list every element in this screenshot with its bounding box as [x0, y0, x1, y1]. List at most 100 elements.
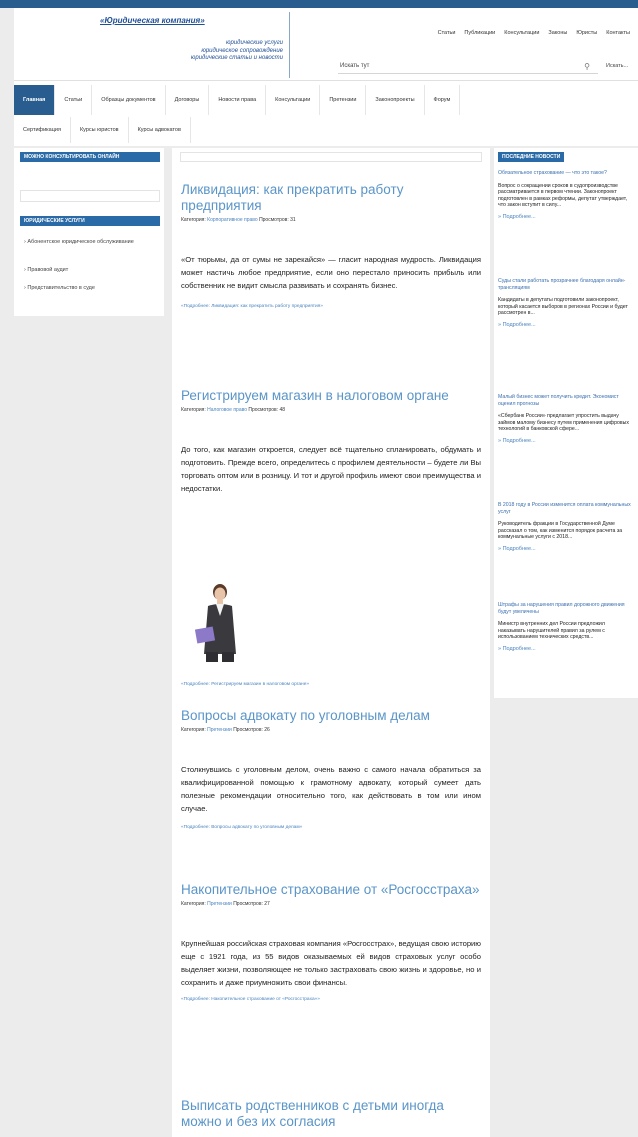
article-title[interactable]: Регистрируем магазин в налоговом органе [181, 388, 481, 404]
news-item: В 2018 году в России изменится оплата ко… [498, 502, 632, 552]
nav-item[interactable]: Законопроекты [366, 85, 425, 115]
top-link[interactable]: Публикации [464, 30, 495, 36]
content-top-strip [180, 152, 482, 162]
article-views: Просмотров: 48 [248, 407, 286, 413]
article: Вопросы адвокату по уголовным делам Кате… [181, 708, 481, 830]
sidebar-widget-title: МОЖНО КОНСУЛЬТИРОВАТЬ ОНЛАЙН [20, 152, 160, 162]
nav-item[interactable]: Претензии [320, 85, 367, 115]
top-link[interactable]: Юристы [576, 30, 597, 36]
article: Выписать родственников с детьми иногда м… [181, 1098, 481, 1130]
article: Ликвидация: как прекратить работу предпр… [181, 182, 481, 309]
article-meta: Категория: Налоговое право Просмотров: 4… [181, 407, 481, 413]
nav-item[interactable]: Статьи [55, 85, 93, 115]
news-read-more-label[interactable]: Подробнее... [503, 646, 536, 652]
sidebar-item[interactable]: › Представительство в суде [24, 284, 154, 293]
article: Регистрируем магазин в налоговом органе … [181, 388, 481, 495]
article-meta: Категория: Корпоративное право Просмотро… [181, 217, 481, 223]
search-button[interactable]: Искать... [606, 63, 628, 69]
news-read-more-link[interactable]: » Подробнее... [498, 646, 632, 652]
nav-item-home[interactable]: Главная [14, 85, 56, 115]
news-read-more-link[interactable]: » Подробнее... [498, 546, 632, 552]
article-meta: Категория: Претензии Просмотров: 26 [181, 727, 481, 733]
news-text: Кандидаты в депутаты подготовили законоп… [498, 297, 628, 317]
article-title[interactable]: Накопительное страхование от «Росгосстра… [181, 882, 481, 898]
top-accent-bar [0, 0, 638, 8]
top-link[interactable]: Законы [548, 30, 567, 36]
tagline-line: юридическое сопровождение [201, 47, 283, 54]
article-views: Просмотров: 26 [233, 727, 270, 733]
news-read-more-label[interactable]: Подробнее... [503, 438, 536, 444]
news-read-more-label[interactable]: Подробнее... [503, 546, 536, 552]
meta-label: Категория: [181, 727, 206, 733]
nav-item[interactable]: Консультации [266, 85, 321, 115]
left-sidebar: МОЖНО КОНСУЛЬТИРОВАТЬ ОНЛАЙН ЮРИДИЧЕСКИЕ… [14, 148, 164, 316]
site-header: «Юридическая компания» юридические услуг… [14, 8, 638, 80]
nav-item[interactable]: Новости права [209, 85, 267, 115]
article-text: Столкнувшись с уголовным делом, очень ва… [181, 765, 481, 813]
article-title[interactable]: Вопросы адвокату по уголовным делам [181, 708, 481, 724]
tagline-line: юридические услуги [226, 40, 283, 46]
search-input[interactable]: Искать тут ⚲ [338, 60, 598, 74]
sidebar-item-label[interactable]: Представительство в суде [27, 285, 95, 291]
news-read-more-label[interactable]: Подробнее... [503, 322, 536, 328]
nav-item[interactable]: Курсы адвокатов [129, 117, 191, 143]
right-sidebar: ПОСЛЕДНИЕ НОВОСТИ Обязательное страхован… [494, 148, 638, 698]
nav-item[interactable]: Курсы юристов [71, 117, 129, 143]
search-placeholder: Искать тут [340, 63, 370, 69]
article-read-more-link[interactable]: «Подробнее: Вопросы адвокату по уголовны… [181, 825, 481, 830]
nav-item[interactable]: Форум [425, 85, 461, 115]
article-text: Крупнейшая российская страховая компания… [181, 939, 481, 987]
top-link[interactable]: Статьи [438, 30, 456, 36]
news-item: Штрафы за нарушения правил дорожного дви… [498, 602, 632, 652]
logo-title[interactable]: «Юридическая компания» [100, 16, 205, 25]
news-text: Министр внутренних дел России предложил … [498, 621, 605, 641]
article-category-link[interactable]: Корпоративное право [207, 217, 258, 223]
top-link[interactable]: Контакты [606, 30, 630, 36]
article-read-more-link[interactable]: «Подробнее: Накопительное страхование от… [181, 997, 481, 1002]
sidebar-item[interactable]: › Правовой аудит [24, 266, 154, 275]
news-title-link[interactable]: Обязательное страхование — что это такое… [498, 170, 632, 177]
news-title-link[interactable]: Малый бизнес может получить кредит. Экон… [498, 394, 632, 407]
news-read-more-link[interactable]: » Подробнее... [498, 214, 632, 220]
article: Накопительное страхование от «Росгосстра… [181, 882, 481, 1002]
news-read-more-link[interactable]: » Подробнее... [498, 322, 632, 328]
article-read-more-link[interactable]: «Подробнее: Ликвидация: как прекратить р… [181, 304, 481, 309]
article-category-link[interactable]: Налоговое право [207, 407, 247, 413]
main-navigation: Главная Статьи Образцы документов Догово… [14, 80, 638, 146]
article-category-link[interactable]: Претензии [207, 727, 232, 733]
meta-label: Категория: [181, 217, 206, 223]
news-read-more-label[interactable]: Подробнее... [503, 214, 536, 220]
article-views: Просмотров: 31 [259, 217, 296, 223]
main-content: Ликвидация: как прекратить работу предпр… [172, 148, 490, 1137]
article-text: «От тюрьмы, да от сумы не зарекайся» — г… [181, 255, 481, 290]
sidebar-item-label[interactable]: Абонентское юридическое обслуживание [27, 239, 133, 245]
news-read-more-link[interactable]: » Подробнее... [498, 438, 632, 444]
search-icon[interactable]: ⚲ [584, 62, 590, 71]
article-category-link[interactable]: Претензии [207, 901, 232, 907]
nav-item[interactable]: Договоры [166, 85, 210, 115]
news-title-link[interactable]: В 2018 году в России изменится оплата ко… [498, 502, 632, 515]
news-title-link[interactable]: Штрафы за нарушения правил дорожного дви… [498, 602, 632, 615]
article-views: Просмотров: 27 [233, 901, 270, 907]
article-text: До того, как магазин откроется, следует … [181, 445, 481, 493]
sidebar-widget-title: ЮРИДИЧЕСКИЕ УСЛУГИ [20, 216, 160, 226]
top-link[interactable]: Консультации [504, 30, 539, 36]
article-title[interactable]: Ликвидация: как прекратить работу предпр… [181, 182, 481, 214]
site-logo[interactable]: «Юридическая компания» юридические услуг… [74, 12, 290, 78]
news-title-link[interactable]: Суды стали работать прозрачнее благодаря… [498, 278, 632, 291]
nav-row-primary: Главная Статьи Образцы документов Догово… [14, 85, 461, 115]
news-text: Руководитель фракции в Государственной Д… [498, 521, 623, 541]
logo-tagline: юридические услуги юридическое сопровожд… [191, 40, 283, 63]
businesswoman-image [194, 584, 236, 662]
sidebar-item-label[interactable]: Правовой аудит [27, 267, 68, 273]
nav-item[interactable]: Образцы документов [92, 85, 166, 115]
news-text: Вопрос о сокращении сроков в судопроизво… [498, 182, 628, 209]
article-meta: Категория: Претензии Просмотров: 27 [181, 901, 481, 907]
meta-label: Категория: [181, 407, 206, 413]
nav-item[interactable]: Сертификация [14, 117, 71, 143]
tagline-line: юридические статьи и новости [190, 55, 283, 61]
article-title[interactable]: Выписать родственников с детьми иногда м… [181, 1098, 481, 1130]
sidebar-item[interactable]: › Абонентское юридическое обслуживание [24, 238, 154, 247]
news-text: «Сбербанк России» предлагает упростить в… [498, 413, 629, 433]
article-read-more-link[interactable]: «Подробнее: Регистрируем магазин в налог… [181, 682, 309, 687]
